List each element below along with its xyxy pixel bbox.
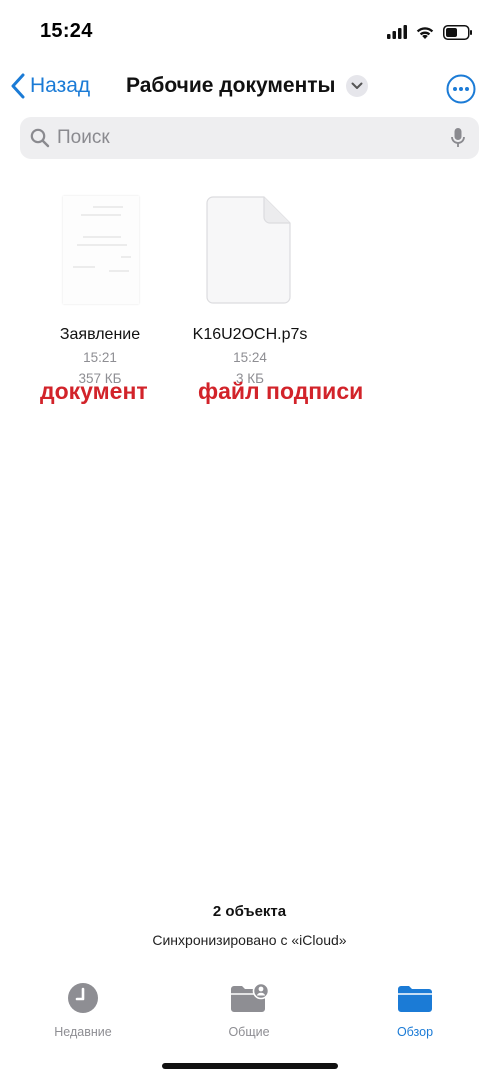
generic-file-icon: [206, 196, 291, 304]
annotation-signature-file: файл подписи: [198, 378, 364, 404]
sync-status: Синхронизировано с «iCloud»: [152, 932, 347, 948]
more-options-button[interactable]: [446, 74, 476, 104]
folder-icon: [398, 986, 432, 1012]
chevron-down-icon: [351, 82, 362, 89]
wifi-icon: [416, 26, 434, 39]
shared-folder-icon: [231, 982, 270, 1012]
title-dropdown-button[interactable]: [345, 75, 368, 97]
search-field[interactable]: Поиск: [20, 117, 479, 159]
file-item-p7s[interactable]: K16U2OCH.p7s 15:24 3 КБ: [170, 196, 330, 386]
search-input[interactable]: Поиск: [57, 127, 451, 149]
tab-browse[interactable]: Обзор: [355, 982, 475, 1039]
file-name: K16U2OCH.p7s: [192, 326, 308, 343]
annotation-document: документ: [40, 378, 148, 404]
tab-shared[interactable]: Общие: [189, 982, 309, 1039]
tab-label: Общие: [228, 1025, 270, 1039]
microphone-icon[interactable]: [451, 127, 465, 149]
search-icon: [30, 128, 50, 148]
tab-label: Обзор: [396, 1025, 434, 1039]
item-count: 2 объекта: [212, 903, 287, 920]
clock-icon: [68, 983, 98, 1013]
tab-recents[interactable]: Недавние: [23, 982, 143, 1039]
file-time: 15:21: [83, 350, 117, 365]
file-time: 15:24: [233, 350, 267, 365]
document-thumbnail: [63, 196, 139, 304]
home-indicator[interactable]: [162, 1063, 338, 1069]
signal-icon: [387, 25, 407, 39]
tab-label: Недавние: [54, 1025, 112, 1039]
chevron-left-icon: [11, 73, 25, 99]
status-icons: [387, 22, 473, 42]
page-title: Рабочие документы: [126, 74, 336, 97]
back-button[interactable]: Назад: [10, 73, 90, 99]
battery-icon: [443, 24, 472, 40]
status-time: 15:24: [40, 20, 93, 42]
folder-title-menu[interactable]: Рабочие документы: [126, 74, 368, 98]
file-item-zayavlenie[interactable]: Заявление 15:21 357 КБ: [20, 196, 180, 386]
file-name: Заявление: [59, 326, 141, 343]
back-label: Назад: [30, 74, 91, 97]
